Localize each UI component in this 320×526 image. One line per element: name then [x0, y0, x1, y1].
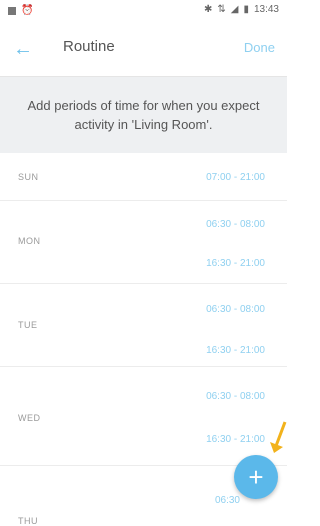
time-slot[interactable]: 16:30 - 21:00	[206, 434, 265, 445]
app-bar: ← Routine Done	[0, 22, 287, 77]
time-slot[interactable]: 06:30 - 08:00	[206, 219, 265, 230]
alarm-icon: ⏰	[21, 5, 34, 16]
data-icon: ⇅	[217, 4, 226, 15]
add-period-button[interactable]: +	[234, 455, 278, 499]
day-label-sun: SUN	[18, 172, 39, 182]
day-row-sun: SUN 07:00 - 21:00	[0, 153, 287, 201]
bluetooth-icon: ✱	[203, 4, 213, 15]
time-slot[interactable]: 07:00 - 21:00	[206, 172, 265, 183]
info-banner: Add periods of time for when you expect …	[0, 77, 287, 153]
day-row-wed: WED 06:30 - 08:00 16:30 - 21:00	[0, 367, 287, 466]
day-label-wed: WED	[18, 413, 41, 423]
time-slot[interactable]: 06:30 - 08:00	[206, 304, 265, 315]
battery-icon: ▮	[243, 4, 249, 15]
day-row-mon: MON 06:30 - 08:00 16:30 - 21:00	[0, 201, 287, 284]
time-slot[interactable]: 06:30 - 08:00	[206, 391, 265, 402]
day-label-thu: THU	[18, 516, 38, 526]
notification-icon	[8, 6, 16, 15]
done-button[interactable]: Done	[244, 40, 275, 55]
day-row-tue: TUE 06:30 - 08:00 16:30 - 21:00	[0, 284, 287, 367]
status-time: 13:43	[253, 4, 279, 15]
banner-text: Add periods of time for when you expect …	[27, 98, 260, 132]
time-slot[interactable]: 16:30 - 21:00	[206, 258, 265, 269]
arrow-left-icon: ←	[13, 38, 33, 60]
page-title: Routine	[63, 38, 115, 55]
time-slot[interactable]: 06:30	[215, 495, 240, 506]
status-bar: ⏰ ✱ ⇅ ◢ ▮ 13:43	[0, 0, 287, 22]
signal-icon: ◢	[230, 4, 239, 15]
plus-icon: +	[248, 461, 264, 492]
back-button[interactable]: ←	[12, 38, 34, 60]
day-label-tue: TUE	[18, 320, 38, 330]
annotation-arrow-icon	[270, 421, 287, 453]
day-label-mon: MON	[18, 236, 41, 246]
time-slot[interactable]: 16:30 - 21:00	[206, 345, 265, 356]
